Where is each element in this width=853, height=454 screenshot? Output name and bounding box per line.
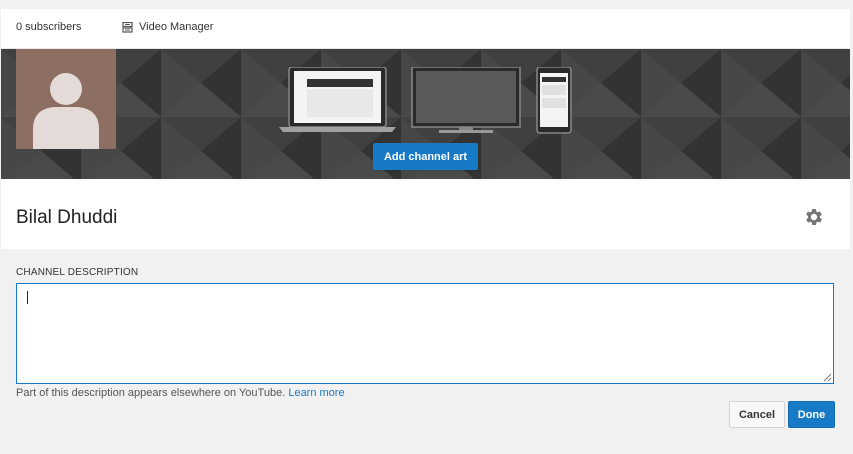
channel-avatar[interactable]	[16, 49, 116, 149]
resize-handle-icon[interactable]	[823, 373, 832, 382]
add-channel-art-button[interactable]: Add channel art	[373, 143, 478, 170]
cancel-button[interactable]: Cancel	[729, 401, 785, 428]
channel-name: Bilal Dhuddi	[16, 207, 118, 228]
phone-icon	[536, 67, 572, 134]
channel-name-bar: Bilal Dhuddi	[1, 179, 850, 249]
channel-editor: 0 subscribers Video Manager Add channel …	[1, 9, 850, 454]
laptop-icon	[279, 67, 396, 132]
tv-icon	[411, 67, 521, 133]
description-section: CHANNEL DESCRIPTION Part of this descrip…	[1, 249, 850, 444]
video-manager-link[interactable]: Video Manager	[122, 21, 213, 33]
description-help: Part of this description appears elsewhe…	[16, 387, 345, 399]
channel-header-bar: 0 subscribers Video Manager	[1, 9, 850, 49]
description-label: CHANNEL DESCRIPTION	[16, 267, 139, 278]
text-caret	[27, 291, 28, 304]
done-button[interactable]: Done	[788, 401, 835, 428]
gear-icon[interactable]	[803, 206, 825, 228]
device-preview	[279, 67, 572, 134]
video-manager-label: Video Manager	[139, 21, 214, 33]
subscriber-count: 0 subscribers	[16, 21, 82, 33]
channel-banner: Add channel art	[1, 49, 850, 179]
description-help-text: Part of this description appears elsewhe…	[16, 387, 286, 399]
description-textarea[interactable]	[16, 283, 834, 384]
video-manager-icon	[122, 21, 133, 33]
avatar-silhouette-icon	[33, 73, 99, 149]
learn-more-link[interactable]: Learn more	[288, 387, 344, 399]
